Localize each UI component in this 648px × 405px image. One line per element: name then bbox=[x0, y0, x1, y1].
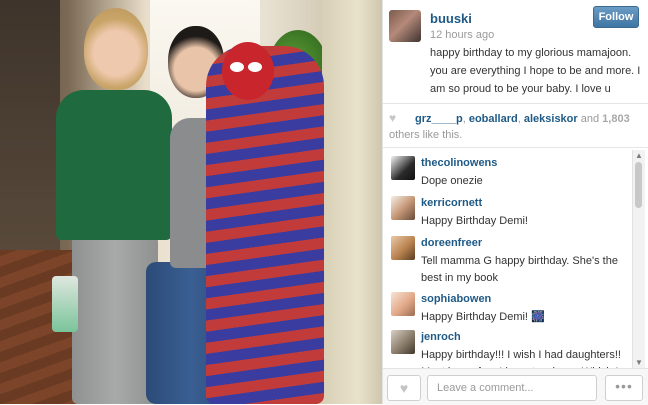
drink-cup bbox=[52, 276, 78, 332]
likes-and: and bbox=[577, 113, 603, 125]
commenter-username[interactable]: doreenfreer bbox=[421, 237, 482, 249]
commenter-username[interactable]: kerricornett bbox=[421, 197, 482, 209]
commenter-username[interactable]: jenroch bbox=[421, 331, 461, 343]
liker-link[interactable]: eoballard bbox=[469, 113, 518, 125]
person-left-head bbox=[84, 8, 148, 90]
liker-link[interactable]: grz____p bbox=[415, 113, 463, 125]
spiderman-eye-right bbox=[248, 62, 262, 72]
likes-suffix: others like this. bbox=[389, 129, 463, 141]
like-button[interactable]: ♥ bbox=[387, 375, 421, 401]
comment-text: Happy birthday!!! I wish I had daughters… bbox=[421, 349, 621, 368]
follow-button[interactable]: Follow bbox=[593, 6, 639, 28]
commenter-username[interactable]: thecolinowens bbox=[421, 157, 497, 169]
avatar[interactable] bbox=[389, 10, 421, 42]
post-timestamp[interactable]: 12 hours ago bbox=[430, 29, 494, 41]
spiderman-hood bbox=[222, 42, 274, 100]
scroll-down-icon[interactable]: ▼ bbox=[635, 358, 643, 367]
comment-bar: ♥ ••• bbox=[383, 368, 648, 405]
comment-text: Happy Birthday Demi! 🎆 bbox=[421, 311, 545, 323]
commenter-username[interactable]: sophiabowen bbox=[421, 293, 491, 305]
post-photo[interactable] bbox=[0, 0, 382, 404]
likes-summary: ♥ grz____p, eoballard, aleksiskor and 1,8… bbox=[389, 110, 643, 143]
post-side-panel: buuski 12 hours ago happy birthday to my… bbox=[382, 0, 648, 405]
more-options-button[interactable]: ••• bbox=[605, 375, 643, 401]
scroll-up-icon[interactable]: ▲ bbox=[635, 151, 643, 160]
divider bbox=[383, 147, 648, 148]
heart-icon: ♥ bbox=[399, 380, 409, 396]
post-username[interactable]: buuski bbox=[430, 11, 472, 26]
heart-icon: ♥ bbox=[389, 111, 397, 125]
photo-pillar bbox=[322, 0, 382, 404]
post-caption: happy birthday to my glorious mamajoon. … bbox=[430, 47, 641, 95]
commenter-avatar[interactable] bbox=[391, 236, 415, 260]
commenter-avatar[interactable] bbox=[391, 156, 415, 180]
person-left-body bbox=[56, 90, 172, 240]
comment-text: Dope onezie bbox=[421, 175, 483, 187]
commenter-avatar[interactable] bbox=[391, 292, 415, 316]
scroll-thumb[interactable] bbox=[635, 162, 642, 208]
commenter-avatar[interactable] bbox=[391, 330, 415, 354]
likes-count[interactable]: 1,803 bbox=[602, 113, 630, 125]
photo-wall bbox=[0, 0, 60, 250]
post-header: buuski 12 hours ago happy birthday to my… bbox=[383, 0, 648, 103]
commenter-avatar[interactable] bbox=[391, 196, 415, 220]
divider bbox=[383, 103, 648, 104]
comment-text: Happy Birthday Demi! bbox=[421, 215, 528, 227]
comment-text: Tell mamma G happy birthday. She's the b… bbox=[421, 255, 618, 284]
spiderman-eye-left bbox=[230, 62, 244, 72]
comment-input[interactable] bbox=[427, 375, 597, 401]
comments-list[interactable]: thecolinowens Dope onezie kerricornett H… bbox=[383, 150, 648, 368]
person-right-onesie bbox=[206, 46, 324, 404]
comments-scrollbar[interactable]: ▲ ▼ bbox=[632, 150, 645, 368]
liker-link[interactable]: aleksiskor bbox=[524, 113, 578, 125]
ellipsis-icon: ••• bbox=[615, 378, 633, 394]
